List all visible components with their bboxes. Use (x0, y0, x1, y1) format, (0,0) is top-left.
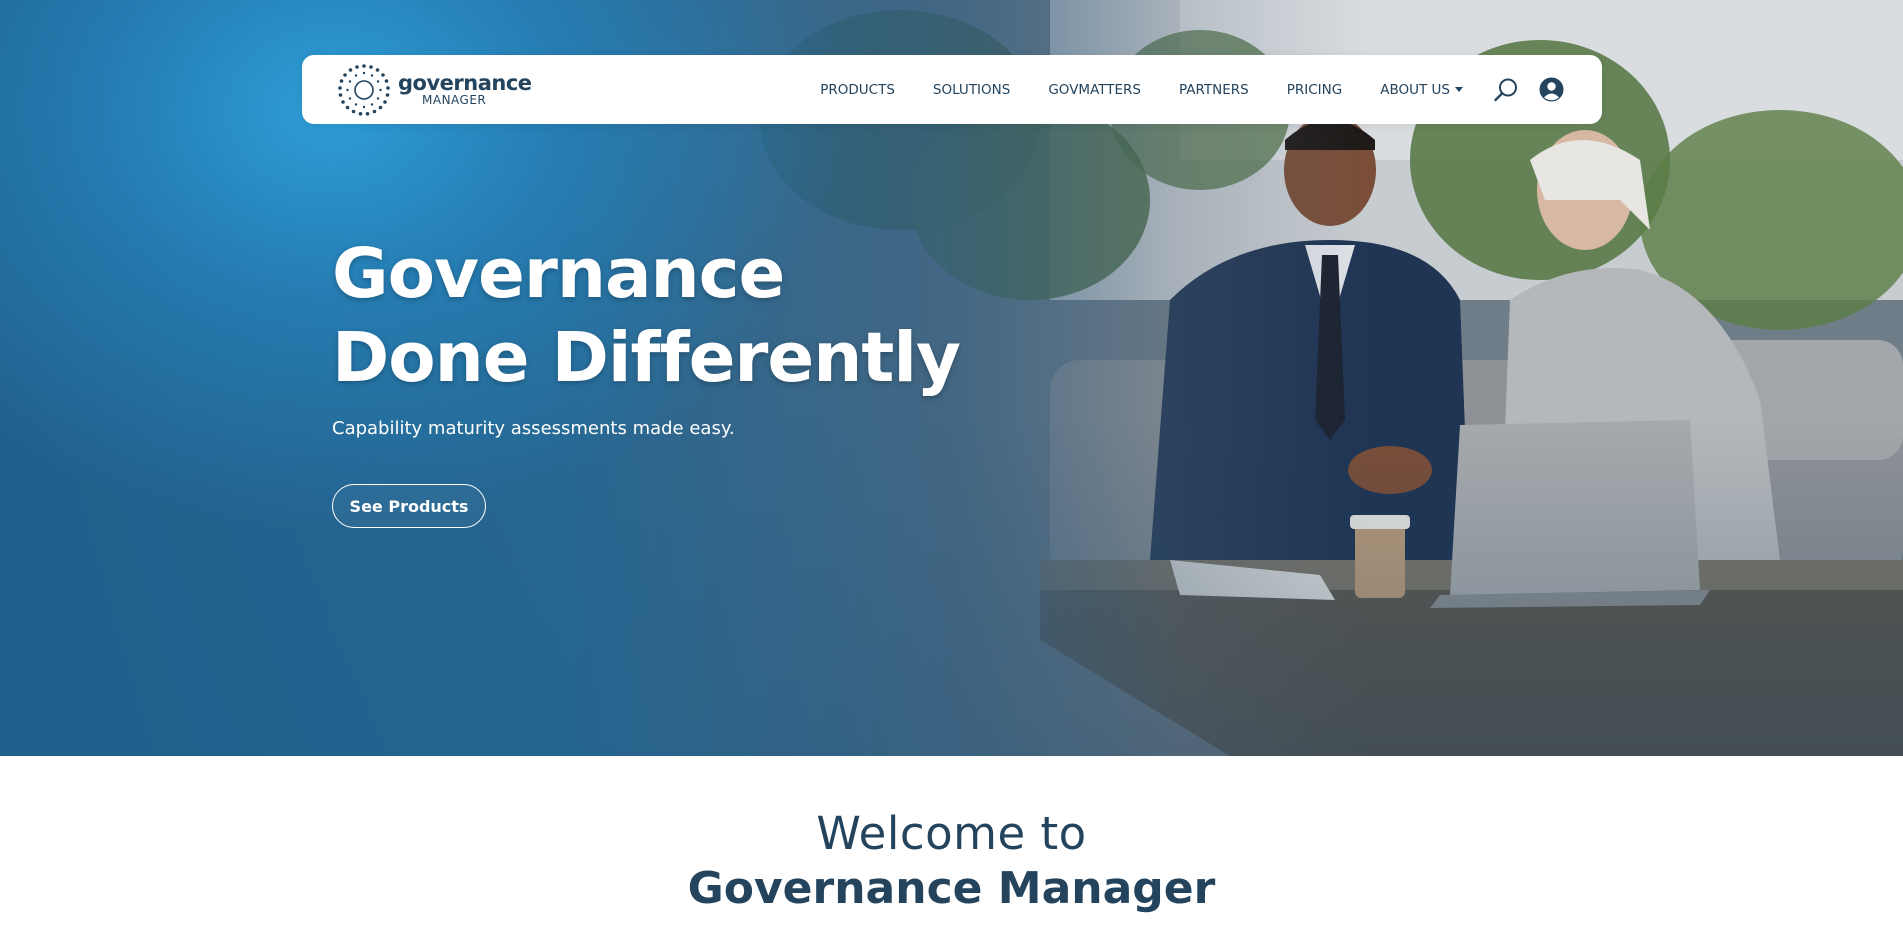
welcome-section: Welcome to Governance Manager (0, 808, 1903, 918)
search-icon[interactable] (1493, 77, 1519, 103)
nav-item-solutions[interactable]: SOLUTIONS (933, 82, 1010, 98)
top-navigation-bar: governance MANAGER PRODUCTS SOLUTIONS GO… (302, 55, 1602, 124)
nav-menu: PRODUCTS SOLUTIONS GOVMATTERS PARTNERS P… (820, 77, 1564, 103)
nav-item-about-us-label: ABOUT US (1380, 81, 1450, 98)
nav-item-pricing[interactable]: PRICING (1287, 82, 1342, 98)
nav-item-partners[interactable]: PARTNERS (1179, 82, 1249, 98)
nav-item-about-us[interactable]: ABOUT US (1380, 82, 1463, 98)
hero-title: Governance Done Differently (332, 232, 1032, 400)
hero-text-block: Governance Done Differently Capability m… (332, 232, 1032, 439)
hero-title-line-2: Done Differently (332, 318, 961, 398)
logo-wordmark: governance (398, 71, 532, 95)
welcome-heading-line-1: Welcome to (816, 807, 1087, 860)
see-products-button[interactable]: See Products (332, 484, 486, 528)
hero-section: governance MANAGER PRODUCTS SOLUTIONS GO… (0, 0, 1903, 756)
hero-subtitle: Capability maturity assessments made eas… (332, 418, 735, 439)
logo-subtitle: MANAGER (422, 93, 487, 107)
nav-item-govmatters[interactable]: GOVMATTERS (1048, 82, 1141, 98)
hero-title-line-1: Governance (332, 234, 785, 314)
nav-item-products[interactable]: PRODUCTS (820, 82, 895, 98)
brand-logo[interactable]: governance MANAGER (338, 63, 532, 116)
welcome-heading-line-2: Governance Manager (687, 863, 1216, 914)
dotted-circle-logo-icon (338, 63, 390, 116)
user-circle-icon[interactable] (1539, 77, 1564, 102)
chevron-down-icon (1455, 87, 1463, 92)
